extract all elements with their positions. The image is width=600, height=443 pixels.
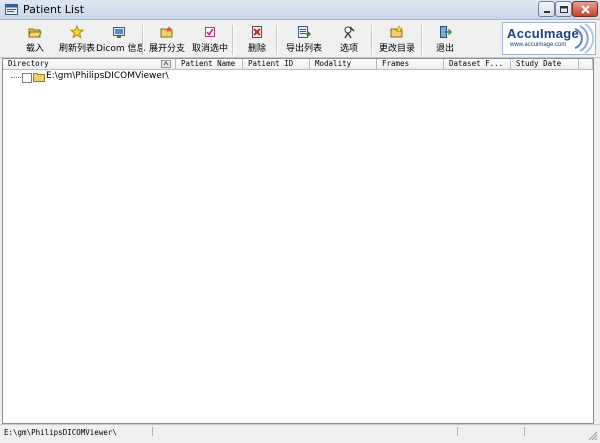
logo-url: www.accuimage.com: [510, 42, 567, 48]
refresh-list-button[interactable]: 刷新列表: [56, 23, 98, 55]
app-icon: [5, 4, 18, 15]
column-header-study-date[interactable]: Study Date: [511, 59, 579, 70]
toolbar-separator: [371, 25, 373, 55]
exit-button[interactable]: 退出: [428, 23, 462, 55]
tree-connector: [11, 77, 21, 78]
status-path: E:\gm\PhilipsDICOMViewer\: [4, 428, 117, 437]
column-header-modality[interactable]: Modality: [310, 59, 377, 70]
column-header-frames[interactable]: Frames: [377, 59, 444, 70]
refresh-star-icon: [70, 25, 84, 39]
export-list-icon: [298, 26, 311, 38]
column-header-patient-name[interactable]: Patient Name: [176, 59, 243, 70]
options-button[interactable]: 选项: [332, 23, 366, 55]
exit-icon: [440, 26, 452, 38]
accuimage-logo: AccuImage www.accuimage.com: [502, 22, 596, 55]
close-icon: [581, 5, 590, 14]
window-title: Patient List: [23, 3, 85, 16]
column-header-dataset[interactable]: Dataset F...: [444, 59, 511, 70]
tree-item-label: E:\gm\PhilipsDICOMViewer\: [46, 71, 169, 81]
expand-branch-button[interactable]: 展开分支: [146, 23, 188, 55]
delete-icon: [252, 26, 262, 38]
column-header-directory[interactable]: Directory: [3, 59, 176, 70]
maximize-button[interactable]: [555, 1, 572, 17]
maximize-icon: [560, 6, 568, 13]
options-icon: [344, 26, 355, 39]
load-button[interactable]: 载入: [18, 23, 52, 55]
folder-open-icon: [28, 28, 42, 38]
toolbar-separator: [232, 25, 234, 55]
folder-icon: [33, 73, 45, 82]
expand-branch-icon: [160, 26, 173, 38]
column-header-filler: [579, 59, 593, 70]
logo-arcs-icon: [574, 23, 595, 54]
resize-grip-icon[interactable]: [588, 431, 598, 441]
close-button[interactable]: [572, 1, 598, 17]
toolbar-separator: [276, 25, 278, 55]
minimize-button[interactable]: [538, 1, 555, 17]
logo-text: AccuImage: [507, 26, 580, 41]
patient-list-window: Patient List 载入 刷新列表 Dicom 信息 展开分支 取消选中 …: [0, 0, 600, 443]
title-bar[interactable]: Patient List: [0, 0, 600, 20]
toolbar-separator: [142, 25, 144, 55]
dicom-info-button[interactable]: Dicom 信息: [96, 23, 146, 55]
info-monitor-icon: [113, 27, 125, 38]
change-directory-icon: [390, 25, 403, 38]
status-pane-path: E:\gm\PhilipsDICOMViewer\: [0, 427, 153, 437]
tree-item-checkbox[interactable]: [22, 73, 32, 83]
status-pane: [458, 427, 525, 436]
toolbar: 载入 刷新列表 Dicom 信息 展开分支 取消选中 删除 导出列表 选项 更改…: [0, 20, 600, 58]
sort-icon: [161, 60, 171, 68]
status-bar: E:\gm\PhilipsDICOMViewer\: [0, 424, 600, 443]
minimize-icon: [544, 11, 550, 13]
export-list-button[interactable]: 导出列表: [283, 23, 325, 55]
delete-button[interactable]: 删除: [240, 23, 274, 55]
column-header-patient-id[interactable]: Patient ID: [243, 59, 310, 70]
patient-list[interactable]: Directory Patient Name Patient ID Modali…: [2, 58, 594, 424]
deselect-button[interactable]: 取消选中: [189, 23, 231, 55]
status-pane: [153, 427, 458, 436]
change-directory-button[interactable]: 更改目录: [376, 23, 418, 55]
toolbar-separator: [421, 25, 423, 55]
checkbox-icon: [205, 27, 215, 37]
